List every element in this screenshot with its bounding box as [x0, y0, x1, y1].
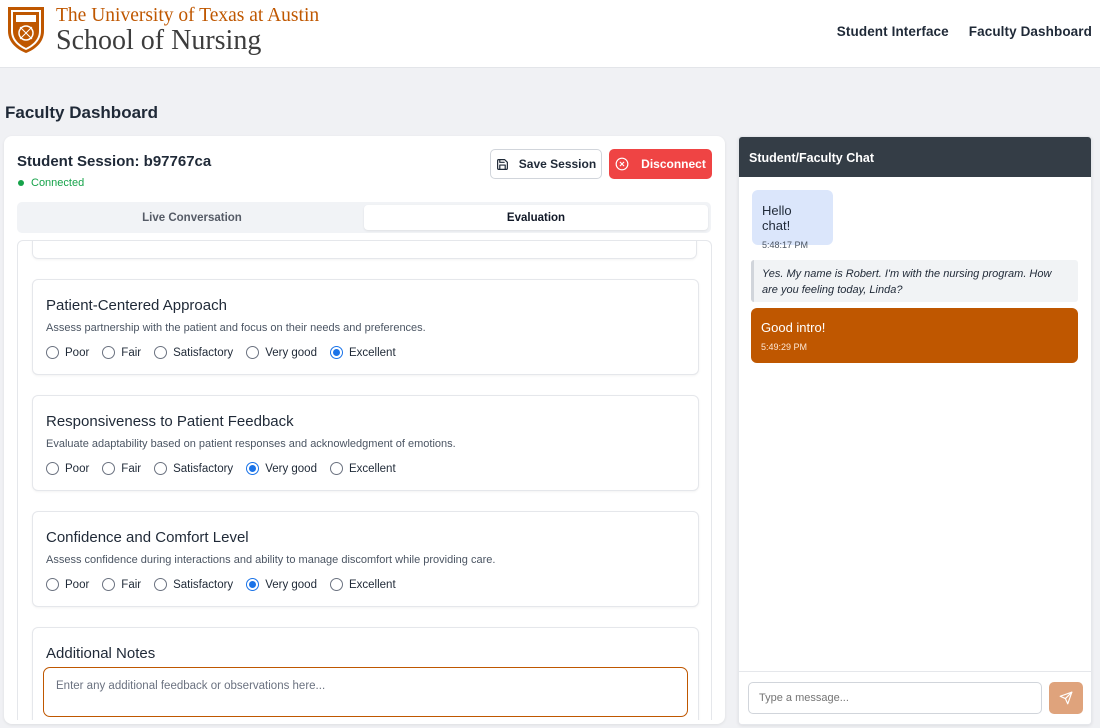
chat-message-quote: Yes. My name is Robert. I'm with the nur…	[751, 260, 1078, 302]
rating-option-satisfactory[interactable]: Satisfactory	[154, 346, 233, 359]
session-title: Student Session: b97767ca	[17, 153, 212, 170]
rating-option-satisfactory[interactable]: Satisfactory	[154, 578, 233, 591]
criterion-card: Confidence and Comfort Level Assess conf…	[32, 511, 699, 607]
shield-icon	[8, 7, 44, 53]
radio-button-selected[interactable]	[329, 346, 343, 359]
radio-button[interactable]	[329, 578, 343, 591]
nav-student-interface[interactable]: Student Interface	[837, 24, 949, 39]
session-tabs: Live Conversation Evaluation	[17, 202, 711, 233]
rating-options: Poor Fair Satisfactory Very good Excelle…	[46, 578, 409, 591]
chat-message-input[interactable]	[748, 682, 1042, 714]
university-logo[interactable]: The University of Texas at Austin School…	[6, 5, 319, 55]
option-label: Satisfactory	[173, 462, 234, 475]
criterion-title: Responsiveness to Patient Feedback	[46, 413, 294, 430]
option-label: Poor	[65, 462, 90, 475]
radio-button-selected[interactable]	[246, 462, 260, 475]
option-label: Satisfactory	[173, 346, 234, 359]
notes-textarea[interactable]: Enter any additional feedback or observa…	[43, 667, 688, 717]
criterion-description: Assess confidence during interactions an…	[46, 554, 496, 566]
send-icon	[1059, 691, 1073, 705]
option-label: Very good	[265, 578, 317, 591]
chat-panel: Student/Faculty Chat Hello chat! 5:48:17…	[738, 136, 1092, 725]
save-icon	[496, 158, 508, 170]
option-label: Fair	[121, 462, 142, 475]
rating-option-fair[interactable]: Fair	[102, 462, 141, 475]
close-circle-icon	[615, 157, 629, 171]
chat-header: Student/Faculty Chat	[739, 137, 1091, 177]
option-label: Fair	[121, 346, 142, 359]
rating-option-poor[interactable]: Poor	[46, 346, 89, 359]
rating-option-poor[interactable]: Poor	[46, 462, 89, 475]
chat-message: Good intro! 5:49:29 PM	[751, 308, 1078, 363]
university-name: The University of Texas at Austin	[56, 5, 320, 26]
disconnect-button[interactable]: Disconnect	[609, 149, 712, 179]
radio-button[interactable]	[329, 462, 343, 475]
radio-button[interactable]	[154, 462, 168, 475]
rating-option-excellent[interactable]: Excellent	[329, 346, 396, 359]
radio-button[interactable]	[46, 578, 59, 591]
radio-button[interactable]	[102, 462, 116, 475]
option-label: Excellent	[348, 462, 396, 475]
disconnect-label: Disconnect	[641, 157, 706, 171]
rating-option-satisfactory[interactable]: Satisfactory	[154, 462, 233, 475]
criterion-card: Responsiveness to Patient Feedback Evalu…	[32, 395, 699, 491]
message-text: Hello chat!	[762, 203, 792, 233]
option-label: Excellent	[348, 346, 396, 359]
criterion-title: Confidence and Comfort Level	[46, 529, 249, 546]
radio-button[interactable]	[246, 346, 260, 359]
nav-faculty-dashboard[interactable]: Faculty Dashboard	[969, 24, 1092, 39]
chat-message: Hello chat! 5:48:17 PM	[752, 190, 833, 250]
tab-evaluation[interactable]: Evaluation	[364, 205, 708, 230]
rating-option-fair[interactable]: Fair	[102, 346, 141, 359]
session-card: Student Session: b97767ca Connected Save…	[4, 136, 725, 724]
radio-button[interactable]	[46, 346, 59, 359]
radio-button[interactable]	[154, 578, 168, 591]
rating-option-poor[interactable]: Poor	[46, 578, 89, 591]
option-label: Poor	[65, 578, 90, 591]
rating-option-very-good[interactable]: Very good	[246, 578, 317, 591]
rating-option-very-good[interactable]: Very good	[246, 346, 317, 359]
rating-option-excellent[interactable]: Excellent	[329, 578, 396, 591]
radio-button[interactable]	[46, 462, 59, 475]
option-label: Excellent	[348, 578, 396, 591]
rating-options: Poor Fair Satisfactory Very good Excelle…	[46, 462, 409, 475]
message-text: Good intro!	[761, 320, 826, 335]
chat-footer	[739, 671, 1091, 724]
rating-option-excellent[interactable]: Excellent	[329, 462, 396, 475]
evaluation-panel[interactable]: Patient-Centered Approach Assess partner…	[17, 240, 712, 720]
school-name: School of Nursing	[56, 25, 262, 56]
additional-notes-card: Additional Notes Enter any additional fe…	[32, 627, 699, 720]
radio-button-selected[interactable]	[246, 578, 260, 591]
rating-option-fair[interactable]: Fair	[102, 578, 141, 591]
option-label: Fair	[121, 578, 142, 591]
option-label: Very good	[265, 462, 317, 475]
previous-criterion-card	[32, 241, 697, 259]
top-nav: Student Interface Faculty Dashboard	[837, 24, 1092, 39]
notes-title: Additional Notes	[46, 645, 156, 662]
message-time: 5:48:17 PM	[762, 240, 809, 250]
criterion-description: Assess partnership with the patient and …	[46, 322, 426, 334]
radio-button[interactable]	[102, 346, 116, 359]
send-button[interactable]	[1049, 682, 1083, 714]
criterion-card: Patient-Centered Approach Assess partner…	[32, 279, 699, 375]
status-text: Connected	[31, 177, 85, 189]
option-label: Satisfactory	[173, 578, 234, 591]
radio-button[interactable]	[102, 578, 116, 591]
option-label: Poor	[65, 346, 90, 359]
save-session-label: Save Session	[518, 157, 597, 171]
option-label: Very good	[265, 346, 317, 359]
top-header: The University of Texas at Austin School…	[0, 0, 1100, 68]
criterion-title: Patient-Centered Approach	[46, 297, 227, 314]
status-dot-icon	[18, 180, 24, 186]
save-session-button[interactable]: Save Session	[490, 149, 602, 179]
connection-status: Connected	[17, 177, 84, 189]
page-title: Faculty Dashboard	[5, 103, 159, 122]
criterion-description: Evaluate adaptability based on patient r…	[46, 438, 456, 450]
message-time: 5:49:29 PM	[761, 342, 808, 352]
tab-live-conversation[interactable]: Live Conversation	[20, 205, 364, 230]
rating-options: Poor Fair Satisfactory Very good Excelle…	[46, 346, 409, 359]
radio-button[interactable]	[154, 346, 168, 359]
rating-option-very-good[interactable]: Very good	[246, 462, 317, 475]
